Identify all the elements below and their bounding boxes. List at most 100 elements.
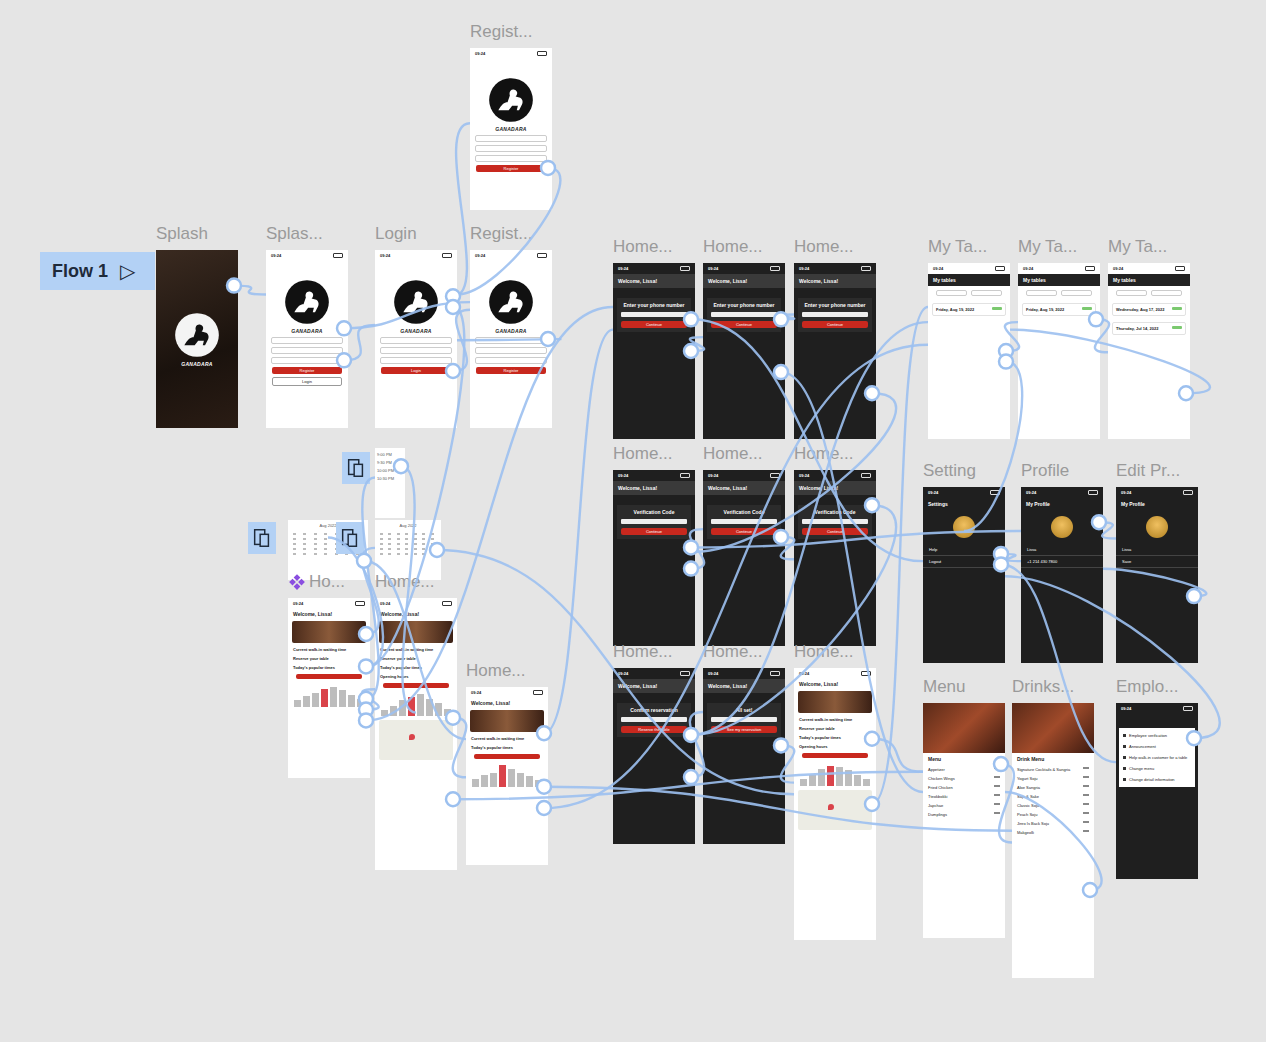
reserve-button[interactable] [296, 674, 362, 679]
tabs[interactable] [1108, 286, 1190, 300]
frame-label[interactable]: Drinks... [1012, 677, 1114, 697]
connection-line[interactable] [234, 286, 266, 295]
continue-button[interactable]: See my reservation [711, 726, 777, 733]
frame-label[interactable]: My Ta... [1018, 237, 1120, 257]
menu-item[interactable]: Soju & Sake [1012, 792, 1094, 801]
connection-line[interactable] [1099, 522, 1116, 538]
connection-line[interactable] [453, 310, 470, 371]
connection-line[interactable] [437, 550, 794, 794]
time-option[interactable]: 9:30 PM [377, 460, 403, 465]
connection-handle[interactable] [865, 386, 879, 400]
screen-frame[interactable]: 09:24GANADARALogin [375, 250, 457, 428]
reservation-card[interactable]: Friday, Aug 19, 2022 [932, 303, 1006, 316]
screen-frame[interactable]: 09:24Welcome, Lissa!Current walk-in wait… [466, 687, 548, 865]
text-field[interactable] [475, 337, 547, 344]
screen-frame[interactable]: 09:24My tablesWednesday, Aug 17, 2022Thu… [1108, 263, 1190, 439]
continue-button[interactable]: Continue [621, 321, 687, 328]
input-field[interactable] [621, 312, 687, 317]
connection-handle[interactable] [541, 161, 555, 175]
connection-handle[interactable] [446, 364, 460, 378]
connection-line[interactable] [691, 322, 928, 735]
text-field[interactable] [271, 337, 343, 344]
connection-handle[interactable] [1092, 515, 1106, 529]
screen-frame[interactable]: 9:00 PM9:30 PM10:00 PM10:30 PM [375, 448, 405, 518]
screen-frame[interactable]: 09:24Welcome, Lissa!Confirm reservationR… [613, 668, 695, 844]
frame-label[interactable]: Home... [703, 642, 805, 662]
menu-item[interactable]: Aloe Sangria [1012, 783, 1094, 792]
menu-item[interactable]: Fried Chicken [923, 783, 1005, 792]
connection-line[interactable] [457, 339, 560, 340]
screen-frame[interactable]: 09:24My ProfileLissa+1 214 430 7800 [1021, 487, 1103, 663]
connection-line[interactable] [457, 168, 560, 295]
text-field[interactable] [475, 145, 547, 152]
text-field[interactable] [380, 347, 452, 354]
screen-frame[interactable]: 09:24Welcome, Lissa!Enter your phone num… [703, 263, 785, 439]
connection-handle[interactable] [999, 344, 1013, 358]
connection-handle[interactable] [337, 321, 351, 335]
menu-item[interactable]: Chicken Wings [923, 774, 1005, 783]
text-field[interactable] [475, 347, 547, 354]
connection-handle[interactable] [446, 289, 460, 303]
frame-label[interactable]: Home... [613, 444, 715, 464]
connection-line[interactable] [964, 362, 1022, 531]
connection-handle[interactable] [446, 300, 460, 314]
auth-button[interactable]: Login [381, 367, 451, 374]
connection-handle[interactable] [994, 757, 1008, 771]
frame-label[interactable]: Home... [375, 572, 477, 592]
screen-frame[interactable]: GANADARA [156, 250, 238, 428]
reserve-button[interactable] [383, 683, 449, 688]
screen-frame[interactable]: MenuAppetizerChicken WingsFried ChickenT… [923, 703, 1005, 938]
connection-handle[interactable] [865, 797, 879, 811]
connection-line[interactable] [872, 307, 928, 804]
connection-line[interactable] [344, 325, 375, 360]
screen-frame[interactable]: 09:24Employee verificationAnnouncementHe… [1116, 703, 1198, 879]
connection-handle[interactable] [1089, 312, 1103, 326]
connection-handle[interactable] [774, 365, 788, 379]
connection-handle[interactable] [1083, 883, 1097, 897]
auth-button[interactable]: Register [272, 367, 342, 374]
profile-row[interactable]: Save [1116, 556, 1198, 568]
connection-handle[interactable] [865, 732, 879, 746]
connection-line[interactable] [781, 372, 923, 792]
input-field[interactable] [711, 717, 777, 722]
connection-line[interactable] [1005, 576, 1220, 738]
connection-line[interactable] [364, 561, 466, 739]
connection-handle[interactable] [774, 312, 788, 326]
connection-line[interactable] [344, 302, 470, 328]
input-field[interactable] [711, 519, 777, 524]
connection-line[interactable] [453, 772, 923, 799]
connection-line[interactable] [1103, 569, 1206, 596]
text-field[interactable] [475, 357, 547, 364]
connection-handle[interactable] [446, 792, 460, 806]
text-field[interactable] [475, 155, 547, 162]
input-field[interactable] [621, 519, 687, 524]
frame-label[interactable]: Home... [794, 642, 896, 662]
connection-line[interactable] [690, 529, 704, 568]
connection-handle[interactable] [684, 540, 698, 554]
connection-line[interactable] [453, 123, 470, 296]
connection-line[interactable] [401, 466, 416, 712]
reservation-card[interactable]: Thursday, Jul 14, 2022 [1112, 322, 1186, 335]
reserve-button[interactable] [474, 754, 540, 759]
connection-handle[interactable] [1187, 731, 1201, 745]
connection-handle[interactable] [394, 459, 408, 473]
screen-frame[interactable]: 09:24GANADARARegister [470, 250, 552, 428]
frame-label[interactable]: Login [375, 224, 477, 244]
connection-handle[interactable] [359, 659, 373, 673]
frame-label[interactable]: Splash [156, 224, 258, 244]
screen-frame[interactable]: 09:24Welcome, Lissa!Current walk-in wait… [794, 668, 876, 940]
connection-handle[interactable] [359, 713, 373, 727]
continue-button[interactable]: Continue [621, 528, 687, 535]
connection-handle[interactable] [357, 554, 371, 568]
frame-label[interactable]: Splas... [266, 224, 368, 244]
connection-line[interactable] [690, 712, 704, 777]
menu-item[interactable]: Makgeolli [1012, 828, 1094, 837]
continue-button[interactable]: Continue [711, 528, 777, 535]
tabs[interactable] [928, 286, 1010, 300]
connection-line[interactable] [362, 548, 378, 634]
connection-line[interactable] [544, 787, 1012, 831]
time-option[interactable]: 9:00 PM [377, 452, 403, 457]
connection-handle[interactable] [446, 711, 460, 725]
option-row[interactable]: Announcement [1121, 741, 1193, 752]
menu-item[interactable]: Dumplings [923, 810, 1005, 819]
